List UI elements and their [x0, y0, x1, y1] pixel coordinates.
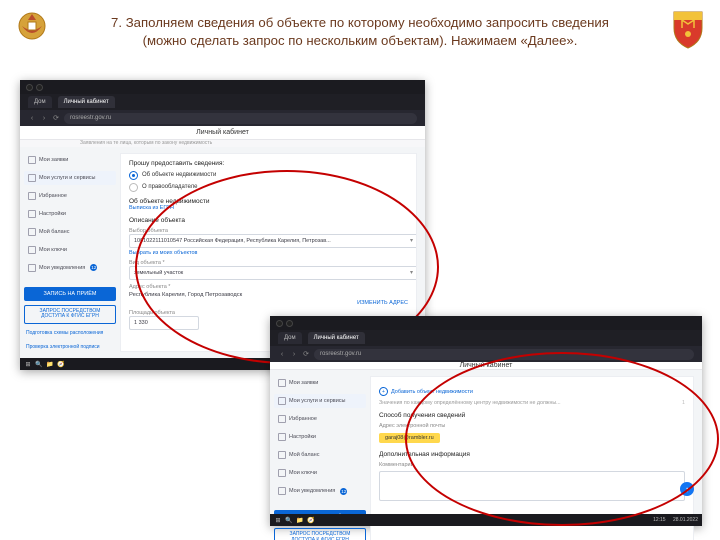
form-title: Прошу предоставить сведения: — [129, 160, 408, 167]
search-icon[interactable]: 🔍 — [35, 360, 43, 368]
notif-badge: 12 — [340, 488, 347, 495]
search-icon[interactable]: 🔍 — [285, 516, 293, 524]
label-email: Адрес электронной почты — [379, 423, 685, 429]
folder-icon[interactable]: 📁 — [46, 360, 54, 368]
sidebar-item-balance[interactable]: Мой баланс — [274, 448, 366, 462]
title-line2: (можно сделать запрос по нескольким объе… — [143, 33, 578, 48]
chevron-down-icon: ▾ — [410, 237, 413, 244]
input-area[interactable]: 1 330 — [129, 316, 199, 330]
browser-icon[interactable]: 🧭 — [57, 360, 65, 368]
radio-object[interactable] — [129, 171, 138, 180]
add-object-link[interactable]: +Добавить объект недвижимости — [379, 387, 685, 396]
label-view: Вид объекта * — [129, 260, 408, 266]
label-addr: Адрес объекта * — [129, 284, 408, 290]
title-line1: 7. Заполняем сведения об объекте по кото… — [111, 15, 609, 30]
sidebar-item-requests[interactable]: Мои заявки — [274, 376, 366, 390]
sidebar-item-fav[interactable]: Избранное — [274, 412, 366, 426]
window-titlebar — [20, 80, 425, 94]
comment-textarea[interactable] — [379, 471, 685, 501]
tab-cabinet[interactable]: Личный кабинет — [308, 332, 365, 344]
nav-back-icon[interactable]: ‹ — [278, 350, 286, 358]
request-button[interactable]: ЗАПРОС ПОСРЕДСТВОМ ДОСТУПА К ФГИС ЕГРН — [24, 305, 116, 325]
select-object[interactable]: 1001022111010547 Российская Федерация, Р… — [129, 234, 417, 248]
link-change-addr[interactable]: ИЗМЕНИТЬ АДРЕС — [129, 300, 408, 306]
link-egrn[interactable]: Выписка из ЕГРН — [129, 205, 408, 211]
sidebar-item-notif[interactable]: Мои уведомления12 — [24, 261, 116, 275]
address-bar: ‹ › ⟳ rosreestr.gov.ru — [20, 110, 425, 126]
nav-fwd-icon[interactable]: › — [40, 114, 48, 122]
sidebar-item-settings[interactable]: Настройки — [24, 207, 116, 221]
request-button[interactable]: ЗАПРОС ПОСРЕДСТВОМ ДОСТУПА К ФГИС ЕГРН — [274, 528, 366, 540]
slide-title: 7. Заполняем сведения об объекте по кото… — [80, 14, 640, 50]
sidebar-item-services[interactable]: Мои услуги и сервисы — [274, 394, 366, 408]
val-addr: Республика Карелия, Город Петрозаводск — [129, 292, 408, 298]
radio-owner[interactable] — [129, 183, 138, 192]
link-more-objects[interactable]: Выбрать из моих объектов — [129, 250, 408, 256]
select-view[interactable]: земельный участок▾ — [129, 266, 417, 280]
url-field[interactable]: rosreestr.gov.ru — [64, 113, 417, 124]
page-2: Личный кабинет Мои заявки Мои услуги и с… — [270, 362, 702, 514]
address-bar: ‹ › ⟳ rosreestr.gov.ru — [270, 346, 702, 362]
sidebar-item-settings[interactable]: Настройки — [274, 430, 366, 444]
section-delivery: Способ получения сведений — [379, 412, 685, 419]
page-header: Личный кабинет — [20, 126, 425, 140]
sidebar-item-services[interactable]: Мои услуги и сервисы — [24, 171, 116, 185]
sidebar-item-requests[interactable]: Мои заявки — [24, 153, 116, 167]
side-link-2[interactable]: Проверка электронной подписи — [24, 342, 116, 352]
folder-icon[interactable]: 📁 — [296, 516, 304, 524]
page-subheader: Заявления на те лица, которым по закону … — [20, 140, 425, 147]
nav-fwd-icon[interactable]: › — [290, 350, 298, 358]
reload-icon[interactable]: ⟳ — [302, 350, 310, 358]
tab-cabinet[interactable]: Личный кабинет — [58, 96, 115, 108]
browser-tabs: Дом Личный кабинет — [270, 330, 702, 346]
scroll-top-button[interactable]: ↑ — [680, 482, 694, 496]
sidebar: Мои заявки Мои услуги и сервисы Избранно… — [20, 147, 120, 359]
emblem-right — [664, 6, 712, 54]
emblem-left — [8, 6, 56, 54]
side-link-1[interactable]: Подготовка схемы расположения — [24, 328, 116, 338]
label-area: Площадь объекта — [129, 310, 408, 316]
sidebar-item-balance[interactable]: Мой баланс — [24, 225, 116, 239]
start-icon[interactable]: ⊞ — [274, 516, 282, 524]
notif-badge: 12 — [90, 264, 97, 271]
email-badge[interactable]: garaj08@rambler.ru — [379, 433, 440, 443]
screenshot-2: Дом Личный кабинет ‹ › ⟳ rosreestr.gov.r… — [270, 316, 702, 526]
section-desc: Описание объекта — [129, 217, 408, 224]
label-select: Выбор объекта — [129, 228, 408, 234]
reload-icon[interactable]: ⟳ — [52, 114, 60, 122]
plus-icon: + — [379, 387, 388, 396]
sidebar-item-fav[interactable]: Избранное — [24, 189, 116, 203]
nav-back-icon[interactable]: ‹ — [28, 114, 36, 122]
browser-icon[interactable]: 🧭 — [307, 516, 315, 524]
page-header: Личный кабинет — [270, 362, 702, 370]
sidebar-item-notif[interactable]: Мои уведомления12 — [274, 484, 366, 498]
label-comment: Комментарий — [379, 462, 685, 468]
sidebar-item-keys[interactable]: Мои ключи — [274, 466, 366, 480]
apply-button[interactable]: ЗАПИСЬ НА ПРИЁМ — [24, 287, 116, 301]
url-field[interactable]: rosreestr.gov.ru — [314, 349, 694, 360]
tab-home[interactable]: Дом — [278, 332, 302, 344]
chevron-down-icon: ▾ — [410, 269, 413, 276]
section-addinfo: Дополнительная информация — [379, 451, 685, 458]
window-titlebar — [270, 316, 702, 330]
note-text: Значения по каждому определённому центру… — [379, 400, 561, 406]
tab-home[interactable]: Дом — [28, 96, 52, 108]
taskbar-2: ⊞ 🔍 📁 🧭 12:15 28.01.2022 — [270, 514, 702, 526]
browser-tabs: Дом Личный кабинет — [20, 94, 425, 110]
section-object: Об объекте недвижимости — [129, 198, 408, 205]
start-icon[interactable]: ⊞ — [24, 360, 32, 368]
sidebar-item-keys[interactable]: Мои ключи — [24, 243, 116, 257]
